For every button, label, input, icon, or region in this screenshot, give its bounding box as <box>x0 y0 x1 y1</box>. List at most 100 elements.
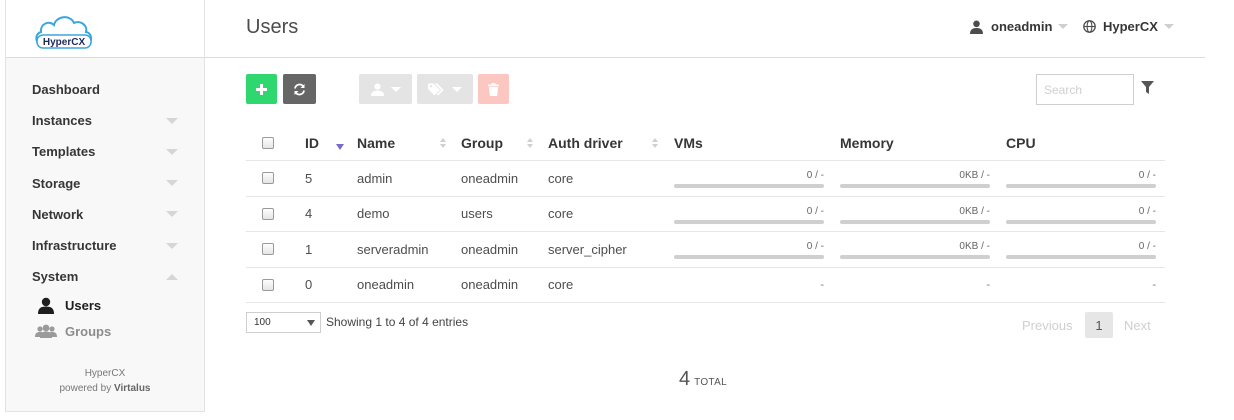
column-header-cpu[interactable]: CPU <box>1006 125 1036 160</box>
users-group-icon <box>35 324 57 339</box>
sidebar-item-templates[interactable]: Templates <box>6 136 204 167</box>
table-row[interactable]: 5 admin oneadmin core 0 / - 0KB / - 0 / … <box>246 161 1165 197</box>
vms-quota: 0 / - <box>674 169 824 188</box>
sort-desc-icon <box>336 144 344 150</box>
user-icon <box>370 83 384 96</box>
user-menu[interactable]: oneadmin <box>970 19 1069 34</box>
table-header-row: ID Name Group Auth driver VMs Memory CPU <box>246 125 1165 161</box>
cell-auth-driver: core <box>548 170 574 186</box>
cell-id: 1 <box>305 241 313 257</box>
vms-quota: 0 / - <box>674 240 824 259</box>
zone-menu-label: HyperCX <box>1103 19 1158 34</box>
cell-group: oneadmin <box>461 170 519 186</box>
quota-bar <box>840 219 990 224</box>
row-checkbox[interactable] <box>262 243 274 256</box>
column-header-id[interactable]: ID <box>305 125 319 160</box>
sidebar-item-instances[interactable]: Instances <box>6 105 204 136</box>
sidebar-item-infrastructure[interactable]: Infrastructure <box>6 230 204 261</box>
cell-auth-driver: server_cipher <box>548 241 627 257</box>
cell-cpu: - <box>1152 278 1156 291</box>
change-owner-button[interactable] <box>359 74 412 104</box>
sidebar-item-label: Instances <box>32 113 92 129</box>
create-button[interactable] <box>246 74 277 104</box>
sidebar-item-system[interactable]: System <box>6 261 204 292</box>
table-info: Showing 1 to 4 of 4 entries <box>326 315 469 329</box>
row-checkbox-cell <box>262 232 274 267</box>
plus-icon <box>256 83 267 95</box>
cell-vms: - <box>820 278 824 291</box>
memory-quota: 0KB / - <box>840 169 990 188</box>
quota-bar <box>840 184 990 188</box>
cell-auth-driver: core <box>548 277 574 293</box>
column-header-group[interactable]: Group <box>461 125 503 160</box>
hypercx-logo[interactable]: HyperCX <box>33 12 95 50</box>
chevron-up-icon <box>166 273 178 280</box>
row-checkbox[interactable] <box>262 172 274 185</box>
page-title: Users <box>246 16 299 38</box>
cell-memory: - <box>986 278 990 291</box>
quota-bar <box>840 255 990 259</box>
tags-icon <box>428 82 444 96</box>
sidebar-item-network[interactable]: Network <box>6 199 204 230</box>
column-header-auth-driver[interactable]: Auth driver <box>548 125 623 160</box>
table-row[interactable]: 0 oneadmin oneadmin core - - - <box>246 268 1165 303</box>
chevron-down-icon <box>1163 24 1174 29</box>
chevron-down-icon <box>307 320 315 326</box>
sidebar-item-label: Storage <box>32 175 81 191</box>
refresh-button[interactable] <box>283 74 316 104</box>
sidebar-item-storage[interactable]: Storage <box>6 168 204 199</box>
memory-quota: 0KB / - <box>840 240 990 259</box>
previous-page-button[interactable]: Previous <box>1022 312 1073 338</box>
zone-menu[interactable]: HyperCX <box>1083 19 1174 34</box>
sidebar-item-label: Network <box>32 206 84 222</box>
row-checkbox-cell <box>262 268 274 303</box>
table-row[interactable]: 1 serveradmin oneadmin server_cipher 0 /… <box>246 232 1165 268</box>
logo-area: HyperCX <box>6 0 204 58</box>
cell-group: oneadmin <box>461 241 519 257</box>
delete-button[interactable] <box>478 74 509 104</box>
sidebar-subitem-label: Users <box>65 297 102 313</box>
sort-icon <box>440 138 446 148</box>
row-checkbox[interactable] <box>262 278 274 291</box>
vms-quota: 0 / - <box>674 205 824 224</box>
next-page-button[interactable]: Next <box>1124 312 1151 338</box>
sidebar-subitem-groups[interactable]: Groups <box>6 318 204 344</box>
cell-name: oneadmin <box>357 277 415 293</box>
page-1-button[interactable]: 1 <box>1085 312 1113 338</box>
labels-button[interactable] <box>417 74 473 104</box>
cell-id: 4 <box>305 206 313 222</box>
sidebar-item-dashboard[interactable]: Dashboard <box>6 74 204 105</box>
refresh-icon <box>294 83 305 95</box>
column-header-name[interactable]: Name <box>357 125 395 160</box>
quota-bar <box>1006 255 1156 259</box>
globe-icon <box>1083 20 1096 33</box>
sidebar-item-label: Templates <box>32 144 96 160</box>
search-input[interactable] <box>1036 74 1134 105</box>
chevron-down-icon <box>166 117 178 124</box>
filter-icon[interactable] <box>1141 81 1154 97</box>
chevron-down-icon <box>452 86 462 92</box>
cell-auth-driver: core <box>548 206 574 222</box>
sidebar-item-label: Dashboard <box>32 82 100 98</box>
memory-quota: 0KB / - <box>840 205 990 224</box>
sidebar-nav: Dashboard Instances Templates Storage Ne… <box>6 58 204 344</box>
page-size-value: 100 <box>254 317 271 328</box>
sidebar-subitem-users[interactable]: Users <box>6 292 204 318</box>
cell-id: 5 <box>305 170 313 186</box>
user-icon <box>35 297 57 314</box>
cpu-quota: 0 / - <box>1006 169 1156 188</box>
sidebar-item-label: Infrastructure <box>32 238 117 254</box>
table-row[interactable]: 4 demo users core 0 / - 0KB / - 0 / - <box>246 197 1165 232</box>
users-table: ID Name Group Auth driver VMs Memory CPU… <box>246 125 1165 303</box>
footer-vendor[interactable]: Virtalus <box>114 383 151 394</box>
cpu-quota: 0 / - <box>1006 240 1156 259</box>
cpu-quota: 0 / - <box>1006 205 1156 224</box>
chevron-down-icon <box>1058 24 1069 29</box>
select-all-checkbox[interactable] <box>262 136 274 149</box>
trash-icon <box>488 82 499 96</box>
column-header-vms[interactable]: VMs <box>674 125 703 160</box>
page-size-select[interactable]: 100 <box>246 312 321 333</box>
row-checkbox[interactable] <box>262 207 274 220</box>
cell-group: users <box>461 206 493 222</box>
column-header-memory[interactable]: Memory <box>840 125 894 160</box>
